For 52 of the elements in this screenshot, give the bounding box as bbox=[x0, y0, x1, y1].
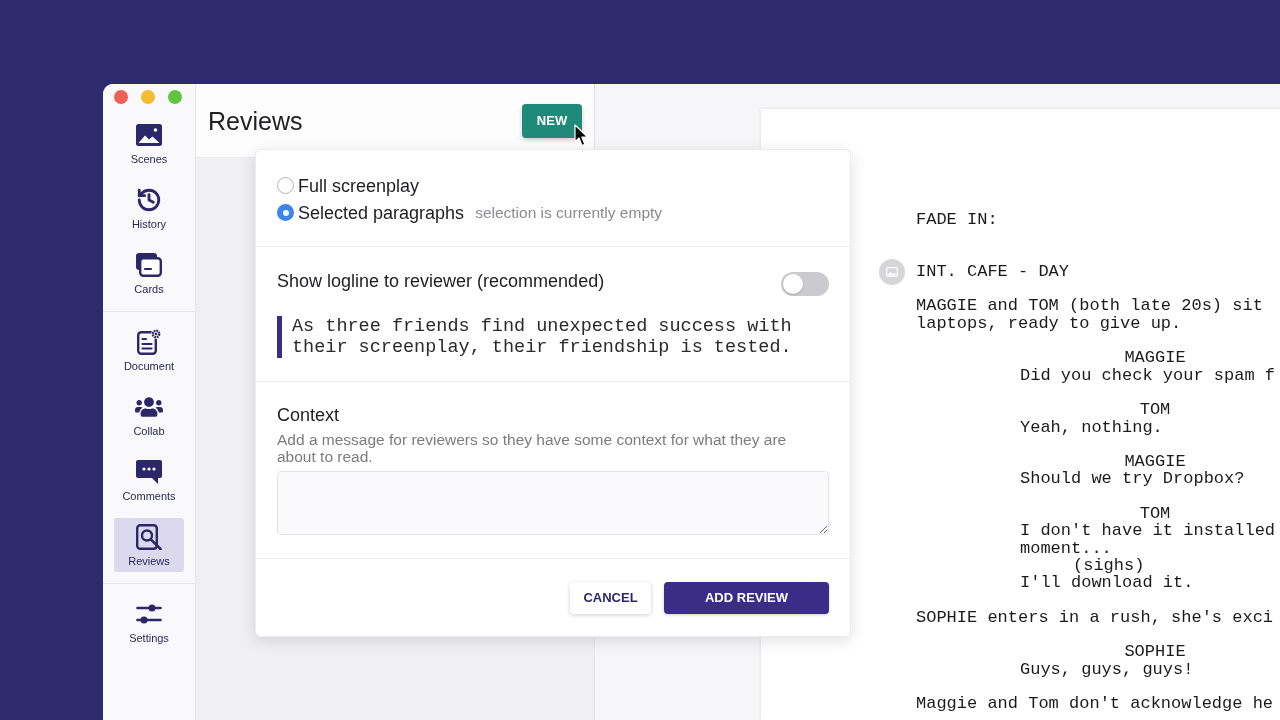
character-cue: MAGGIE bbox=[1124, 349, 1186, 367]
window-close-icon[interactable] bbox=[114, 90, 128, 104]
sidebar-nav-item[interactable]: Cards bbox=[114, 246, 184, 300]
radio-label[interactable]: Full screenplay bbox=[298, 173, 420, 198]
image-icon bbox=[136, 124, 162, 146]
sliders-settings-icon bbox=[136, 603, 162, 625]
panel-title: Reviews bbox=[208, 105, 303, 136]
context-field[interactable] bbox=[277, 471, 829, 535]
sidebar-nav-item[interactable]: Document bbox=[114, 323, 184, 377]
scene-heading: INT. CAFE - DAY bbox=[916, 262, 1070, 281]
character-cue: TOM bbox=[1139, 505, 1171, 523]
document-gear-icon bbox=[137, 329, 161, 355]
radio-label[interactable]: Selected paragraphs bbox=[298, 200, 465, 225]
cards-icon bbox=[136, 253, 162, 277]
selection-note: selection is currently empty bbox=[475, 202, 663, 223]
character-cue: TOM bbox=[1139, 401, 1171, 419]
sidebar-nav-item[interactable]: Collab bbox=[114, 388, 184, 442]
window-zoom-icon[interactable] bbox=[168, 90, 182, 104]
scene-image-icon[interactable] bbox=[879, 258, 905, 285]
dialogue-text: I'll download it. bbox=[1020, 574, 1194, 592]
dialogue-text: Should we try Dropbox? bbox=[1020, 470, 1245, 488]
sidebar-nav-item[interactable]: Settings bbox=[114, 595, 184, 649]
action-text: Maggie and Tom don't acknowledge he bbox=[916, 695, 1274, 713]
sidebar-nav-item[interactable]: Scenes bbox=[114, 116, 184, 170]
logline-toggle-switch[interactable] bbox=[781, 272, 829, 296]
window-minimize-icon[interactable] bbox=[141, 90, 155, 104]
radio-button[interactable] bbox=[277, 177, 294, 194]
add-review-button[interactable]: ADD REVIEW bbox=[664, 582, 829, 614]
character-cue: MAGGIE bbox=[1124, 453, 1186, 471]
document-magnifier-icon bbox=[136, 524, 162, 550]
radio-button[interactable] bbox=[277, 204, 294, 221]
dialogue-text: Yeah, nothing. bbox=[1020, 418, 1163, 436]
sidebar-nav-item[interactable]: Comments bbox=[114, 453, 184, 507]
new-button[interactable]: NEW bbox=[522, 103, 582, 138]
mouse-pointer-icon bbox=[574, 124, 589, 147]
cancel-button[interactable]: CANCEL bbox=[570, 582, 651, 614]
sidebar-nav-item[interactable]: Reviews bbox=[114, 518, 184, 572]
logline-quote: As three friends find unexpected success with their screenplay, their friendship is tested. bbox=[277, 316, 829, 358]
parenthetical-text: (sighs) bbox=[1073, 556, 1145, 575]
transition-text: FADE IN: bbox=[916, 211, 998, 229]
sidebar-nav-item[interactable]: History bbox=[114, 181, 184, 235]
character-cue: SOPHIE bbox=[1124, 643, 1186, 661]
action-text: SOPHIE enters in a rush, she's exci bbox=[916, 608, 1274, 627]
context-description: Add a message for reviewers so they have some context for what they are about to read. bbox=[277, 431, 788, 465]
dialogue-text: I don't have it installed moment... bbox=[1020, 522, 1276, 557]
action-text: MAGGIE and TOM (both late 20s) sit laptops, ready to give up. bbox=[916, 297, 1263, 333]
context-title: Context bbox=[277, 404, 341, 426]
logline-toggle-label: Show logline to reviewer (recommended) bbox=[277, 270, 605, 293]
dialogue-text: Guys, guys, guys! bbox=[1020, 660, 1194, 678]
dialogue-text: Did you check your spam f bbox=[1020, 366, 1276, 384]
history-clock-icon bbox=[136, 187, 162, 213]
comment-bubble-icon bbox=[136, 460, 162, 484]
